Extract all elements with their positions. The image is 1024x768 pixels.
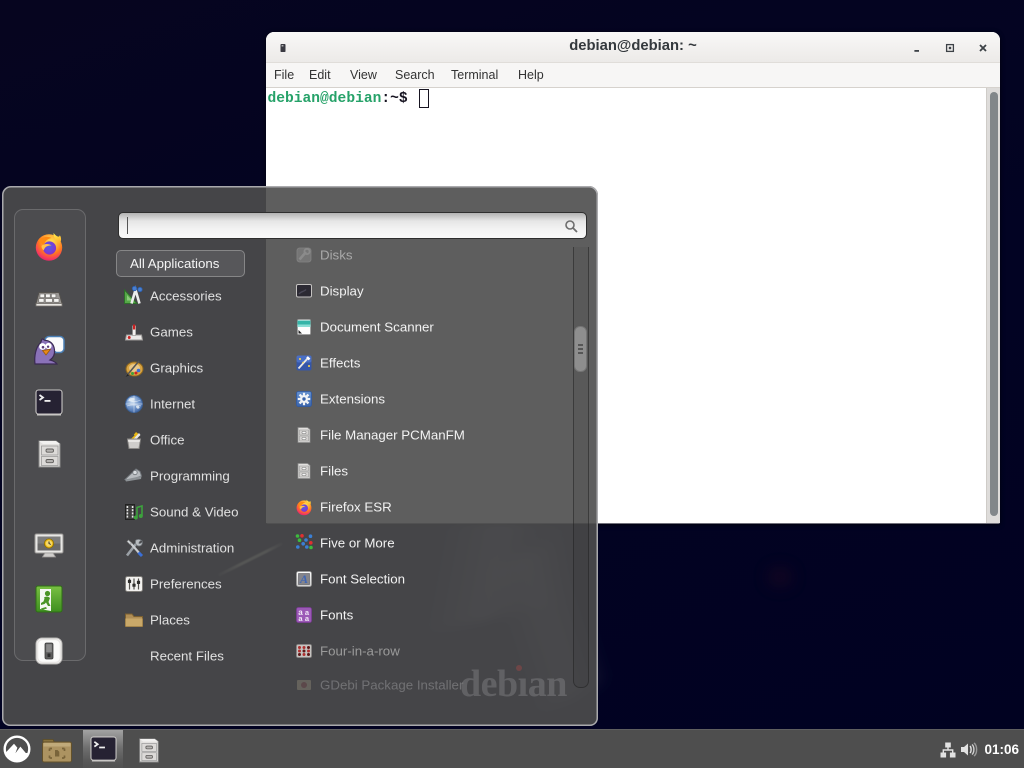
svg-text:A: A bbox=[299, 572, 308, 586]
